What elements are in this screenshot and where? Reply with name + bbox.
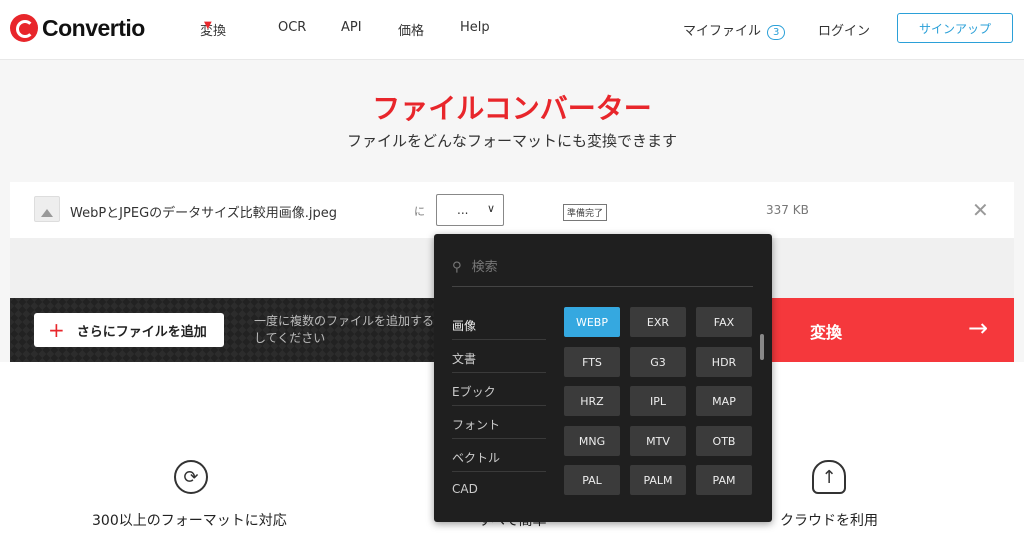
format-option[interactable]: PALM [630, 465, 686, 495]
format-option[interactable]: MTV [630, 426, 686, 456]
format-select-value: ... [457, 203, 469, 217]
format-option[interactable]: HRZ [564, 386, 620, 416]
convertio-logo-icon [10, 14, 38, 42]
format-option[interactable]: FAX [696, 307, 752, 337]
nav-pricing[interactable]: 価格 [398, 20, 424, 39]
category-ebook[interactable]: Eブック [452, 373, 546, 406]
format-option[interactable]: G3 [630, 347, 686, 377]
search-icon: ⚲ [452, 260, 462, 275]
nav-api[interactable]: API [341, 20, 362, 35]
refresh-icon: ⟳ [174, 460, 208, 494]
to-label: に [414, 205, 425, 218]
chevron-down-icon: ∨ [486, 202, 495, 215]
convert-button[interactable]: 変換 → [770, 298, 1014, 362]
file-name: WebPとJPEGのデータサイズ比較用画像.jpeg [70, 206, 337, 221]
category-font[interactable]: フォント [452, 406, 546, 439]
add-files-button[interactable]: + さらにファイルを追加 [34, 313, 224, 347]
my-files-link[interactable]: マイファイル 3 [683, 20, 786, 40]
search-placeholder: 検索 [471, 260, 498, 275]
category-image[interactable]: 画像 [452, 307, 546, 340]
format-option[interactable]: MAP [696, 386, 752, 416]
category-document[interactable]: 文書 [452, 340, 546, 373]
format-option[interactable]: IPL [630, 386, 686, 416]
arrow-right-icon: → [968, 314, 989, 342]
plus-icon: + [48, 318, 65, 342]
category-vector[interactable]: ベクトル [452, 439, 546, 472]
search-divider [452, 286, 753, 287]
format-dropdown: ⚲ 検索 画像 文書 Eブック フォント ベクトル CAD WEBP EXR F… [434, 234, 772, 522]
my-files-count-badge: 3 [767, 25, 786, 40]
format-option[interactable]: HDR [696, 347, 752, 377]
my-files-label: マイファイル [683, 24, 762, 39]
chevron-down-icon: ▼ [204, 20, 212, 31]
page-subtitle: ファイルをどんなフォーマットにも変換できます [346, 132, 677, 150]
format-option[interactable]: EXR [630, 307, 686, 337]
convert-label: 変換 [810, 323, 843, 342]
feature-cloud: クラウドを利用 [780, 513, 878, 529]
status-badge: 準備完了 [563, 204, 608, 221]
file-size: 337 KB [766, 203, 809, 217]
format-option[interactable]: MNG [564, 426, 620, 456]
format-option[interactable]: WEBP [564, 307, 620, 337]
signup-button[interactable]: サインアップ [897, 13, 1013, 43]
format-option[interactable]: FTS [564, 347, 620, 377]
add-files-label: さらにファイルを追加 [76, 324, 207, 340]
logo-text: Convertio [42, 14, 145, 41]
format-search-input[interactable]: ⚲ 検索 [452, 256, 498, 275]
category-cad[interactable]: CAD [452, 472, 546, 505]
logo[interactable]: Convertio [10, 14, 145, 42]
file-row: WebPとJPEGのデータサイズ比較用画像.jpeg に ... ∨ 準備完了 … [10, 182, 1014, 238]
add-files-hint: 一度に複数のファイルを追加する してください [254, 314, 435, 345]
page-title: ファイルコンバーター [372, 92, 652, 125]
format-option[interactable]: OTB [696, 426, 752, 456]
nav-help[interactable]: Help [460, 20, 490, 35]
format-select[interactable]: ... ∨ [436, 194, 504, 226]
format-option[interactable]: PAM [696, 465, 752, 495]
dropdown-scrollbar[interactable] [760, 334, 764, 360]
feature-formats: 300以上のフォーマットに対応 [92, 513, 287, 529]
format-option[interactable]: PAL [564, 465, 620, 495]
nav-ocr[interactable]: OCR [278, 20, 306, 35]
cloud-upload-icon: ↑ [812, 460, 846, 494]
close-icon[interactable]: ✕ [972, 198, 989, 222]
top-header: Convertio 変換 ▼ OCR API 価格 Help マイファイル 3 ログ… [0, 0, 1024, 60]
login-link[interactable]: ログイン [818, 20, 870, 39]
image-file-icon [34, 196, 60, 222]
